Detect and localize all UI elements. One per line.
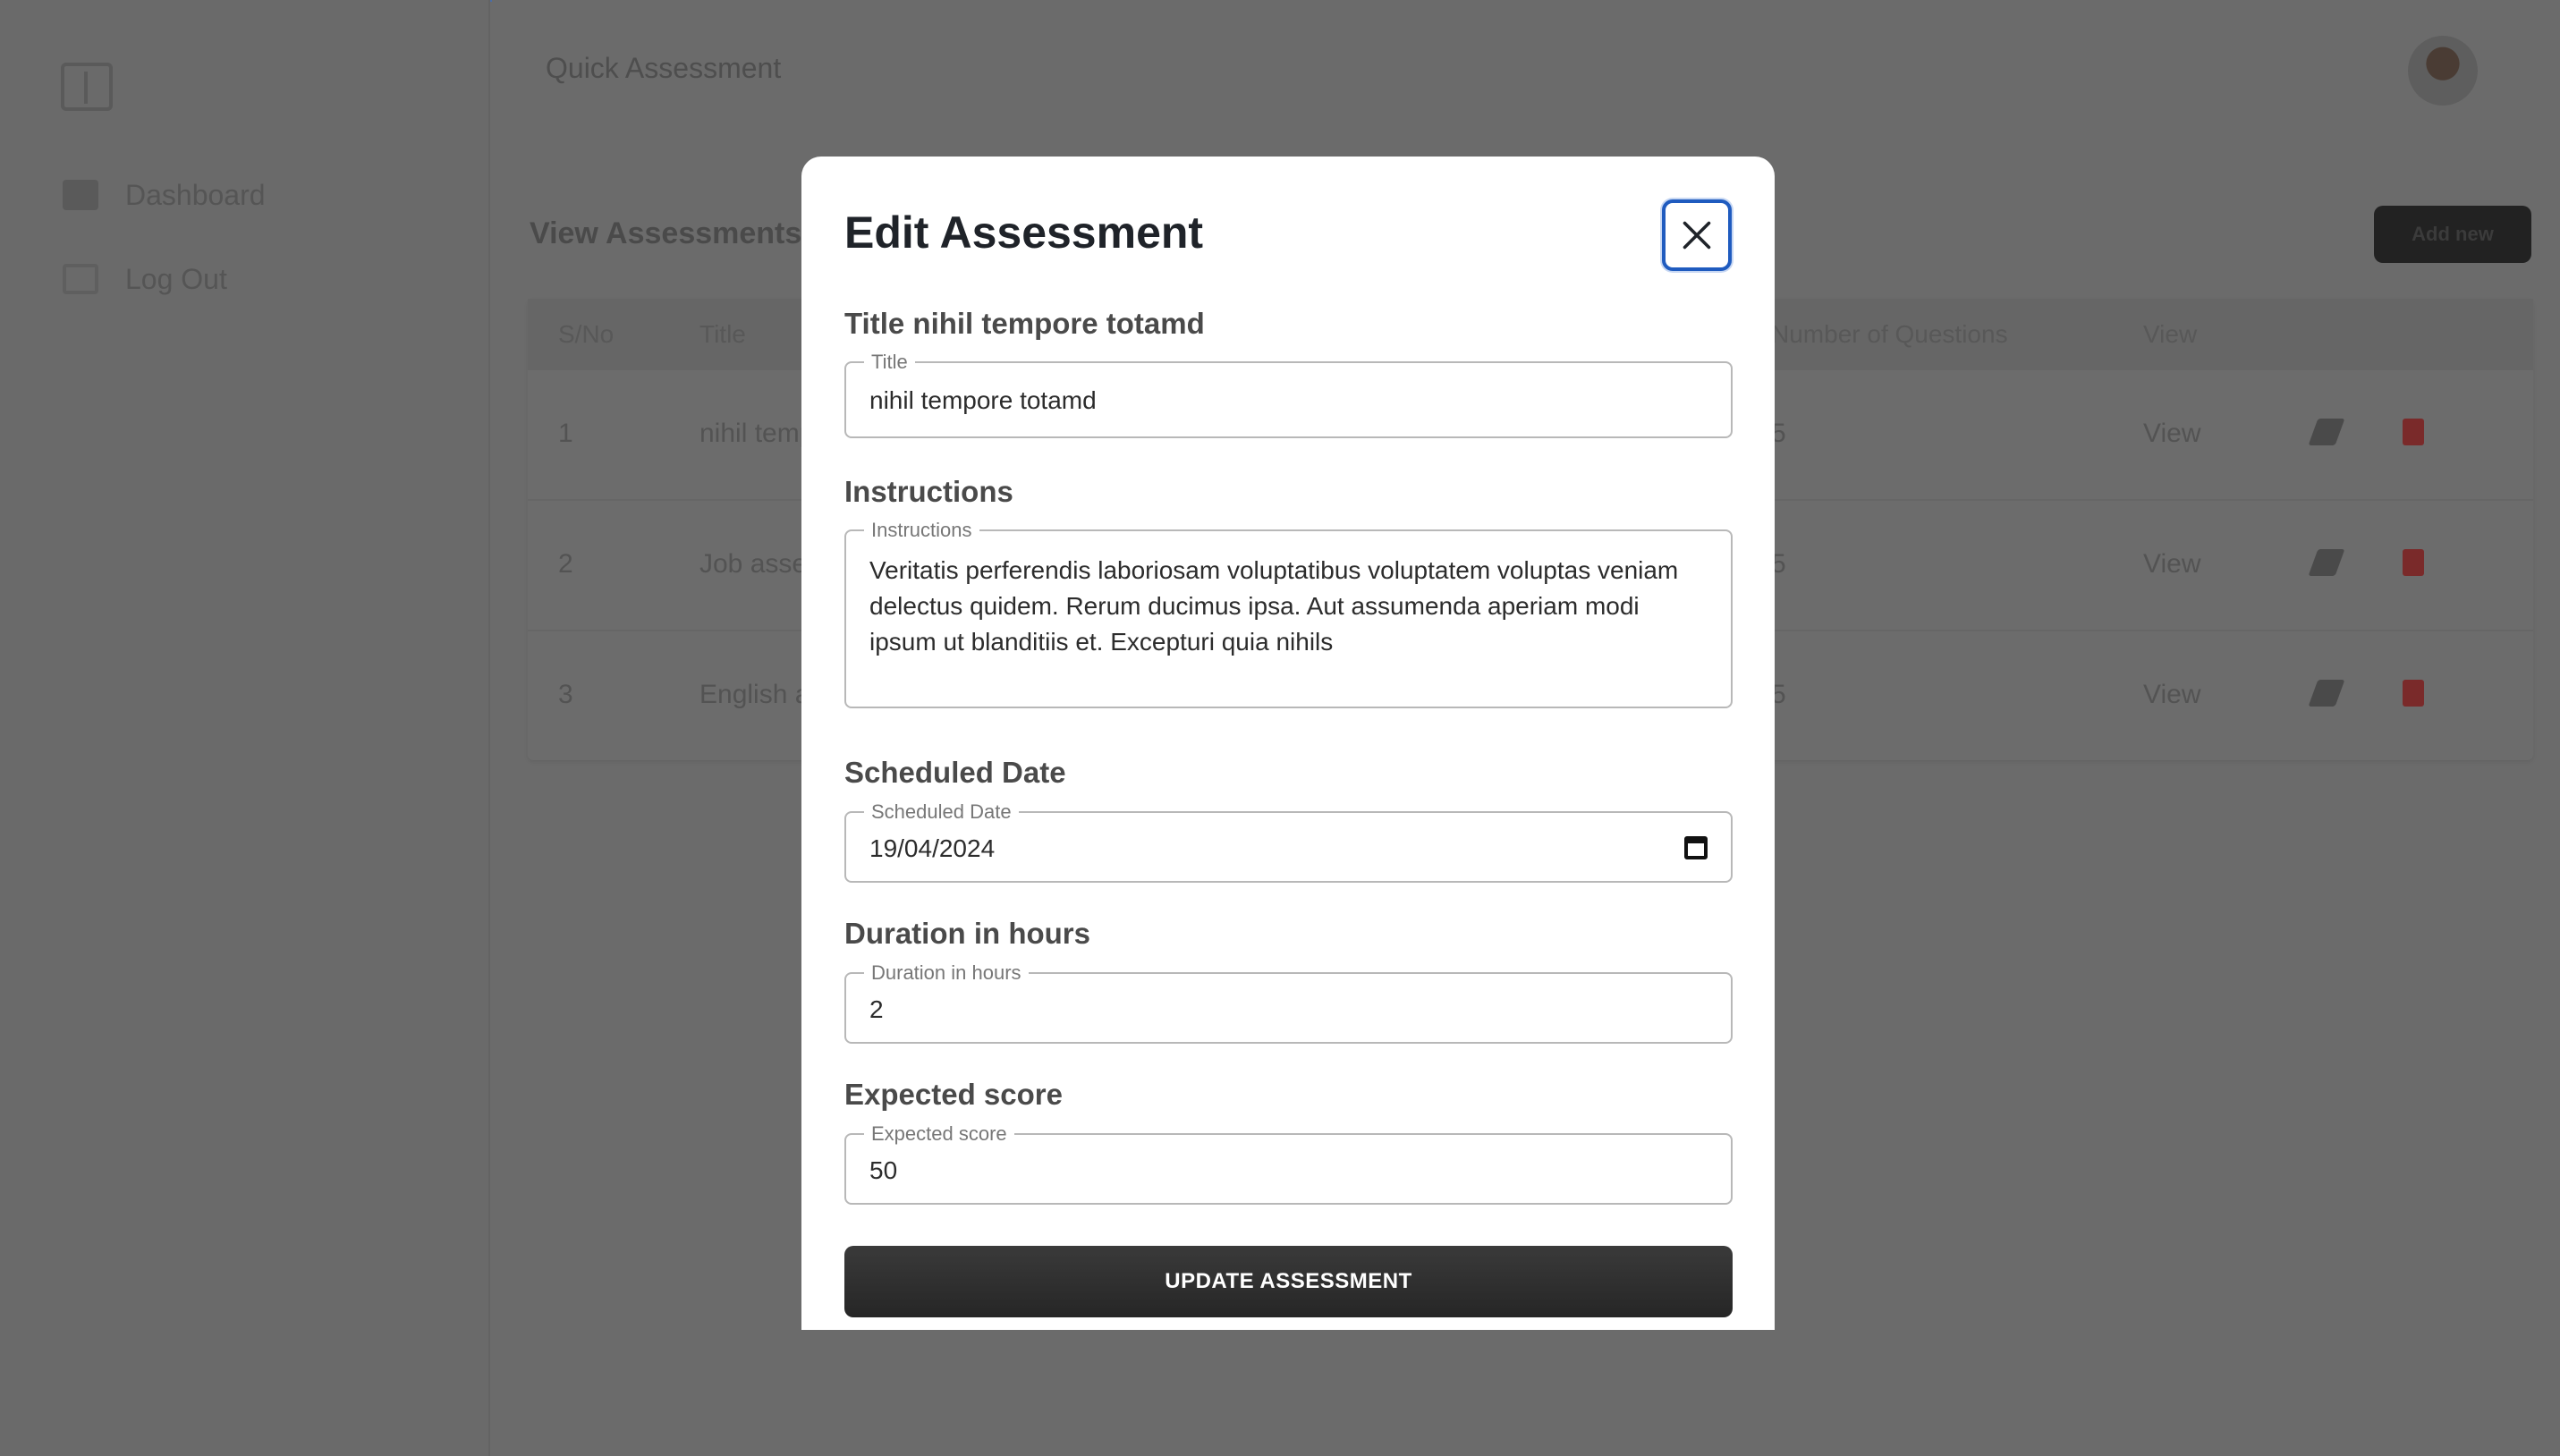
title-field[interactable]: Title nihil tempore totamd bbox=[844, 351, 1733, 438]
row-sno: 3 bbox=[558, 680, 573, 709]
app-logo-icon bbox=[61, 63, 113, 111]
view-link[interactable]: View bbox=[2143, 549, 2200, 580]
view-link[interactable]: View bbox=[2143, 680, 2200, 710]
date-field-value: 19/04/2024 bbox=[869, 834, 996, 862]
duration-field[interactable]: Duration in hours 2 bbox=[844, 961, 1733, 1044]
delete-icon[interactable] bbox=[2403, 680, 2424, 707]
close-icon bbox=[1683, 221, 1711, 250]
row-title: nihil temp bbox=[699, 419, 815, 448]
instructions-field[interactable]: Instructions Veritatis perferendis labor… bbox=[844, 519, 1733, 708]
inbox-icon bbox=[63, 180, 98, 210]
delete-icon[interactable] bbox=[2403, 419, 2424, 445]
score-field-legend: Expected score bbox=[864, 1122, 1014, 1146]
logout-icon bbox=[63, 264, 98, 294]
edit-icon[interactable] bbox=[2308, 549, 2345, 576]
instructions-field-legend: Instructions bbox=[864, 519, 979, 542]
expected-score-field[interactable]: Expected score 50 bbox=[844, 1122, 1733, 1205]
update-assessment-button[interactable]: UPDATE ASSESSMENT bbox=[844, 1246, 1733, 1317]
score-section-label: Expected score bbox=[844, 1078, 1063, 1111]
date-field-legend: Scheduled Date bbox=[864, 800, 1019, 824]
column-header: S/No bbox=[558, 320, 615, 348]
row-sno: 1 bbox=[558, 419, 573, 448]
calendar-icon[interactable] bbox=[1684, 836, 1708, 859]
row-sno: 2 bbox=[558, 549, 573, 579]
delete-icon[interactable] bbox=[2403, 549, 2424, 576]
sidebar: Dashboard Log Out bbox=[0, 0, 490, 1456]
view-link[interactable]: View bbox=[2143, 419, 2200, 449]
avatar[interactable] bbox=[2408, 36, 2478, 106]
edit-assessment-modal: Edit Assessment Title nihil tempore tota… bbox=[801, 157, 1775, 1330]
column-header: Title bbox=[699, 320, 746, 348]
view-assessments-title: View Assessments bbox=[530, 216, 802, 250]
edit-icon[interactable] bbox=[2308, 680, 2345, 707]
column-header: Number of Questions bbox=[1771, 320, 2008, 348]
title-field-value: nihil tempore totamd bbox=[869, 386, 1097, 414]
date-section-label: Scheduled Date bbox=[844, 756, 1066, 789]
scheduled-date-field[interactable]: Scheduled Date 19/04/2024 bbox=[844, 800, 1733, 883]
title-field-legend: Title bbox=[864, 351, 915, 374]
duration-field-legend: Duration in hours bbox=[864, 961, 1029, 985]
column-header: View bbox=[2143, 320, 2198, 348]
sidebar-item-label: Dashboard bbox=[125, 178, 266, 211]
close-button[interactable] bbox=[1662, 199, 1732, 271]
duration-section-label: Duration in hours bbox=[844, 917, 1090, 950]
sidebar-item-dashboard[interactable]: Dashboard bbox=[63, 177, 266, 213]
sidebar-item-logout[interactable]: Log Out bbox=[63, 261, 227, 297]
page-heading: Quick Assessment bbox=[546, 52, 782, 84]
top-header bbox=[492, 0, 2560, 134]
modal-title: Edit Assessment bbox=[844, 207, 1204, 258]
title-section-label: Title nihil tempore totamd bbox=[844, 307, 1205, 340]
score-field-value: 50 bbox=[869, 1156, 898, 1184]
duration-field-value: 2 bbox=[869, 995, 884, 1023]
sidebar-item-label: Log Out bbox=[125, 262, 227, 295]
row-title: English a bbox=[699, 680, 810, 709]
add-new-button[interactable]: Add new bbox=[2374, 206, 2531, 263]
instructions-field-value: Veritatis perferendis laboriosam volupta… bbox=[869, 556, 1679, 656]
edit-icon[interactable] bbox=[2308, 419, 2345, 445]
instructions-section-label: Instructions bbox=[844, 475, 1013, 508]
